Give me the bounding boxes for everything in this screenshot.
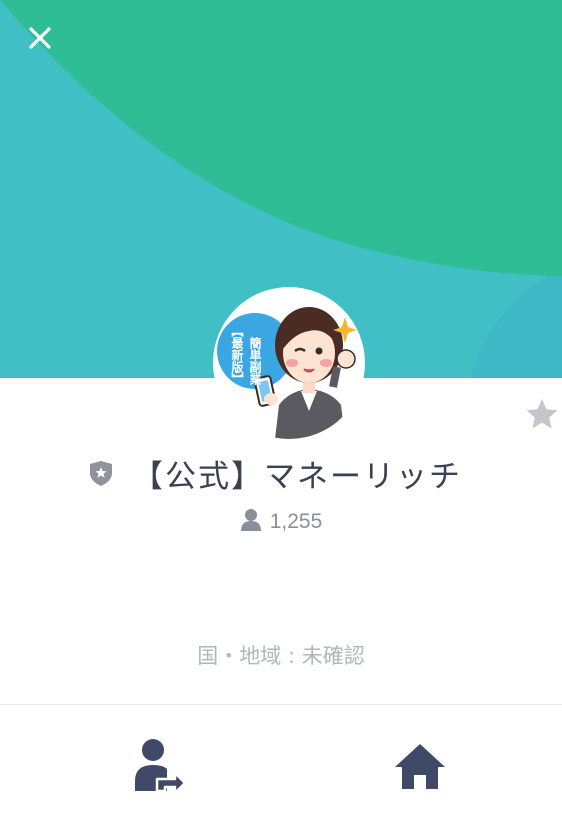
region-text: 国・地域 : 未確認	[197, 644, 365, 668]
friends-count-row: 1,255	[0, 505, 562, 539]
profile-avatar[interactable]: 簡単副業 【最新版】	[213, 287, 365, 439]
friends-count: 1,255	[269, 510, 323, 533]
person-icon	[240, 508, 262, 536]
star-icon	[522, 399, 562, 439]
favorite-button[interactable]	[522, 395, 562, 435]
share-profile-button[interactable]	[129, 737, 189, 797]
home-button[interactable]	[390, 737, 450, 797]
share-profile-icon	[129, 739, 189, 801]
home-icon	[390, 744, 450, 801]
profile-name: 【公式】マネーリッチ	[132, 458, 462, 495]
close-button[interactable]	[20, 20, 60, 60]
svg-text:【最新版】: 【最新版】	[230, 325, 244, 385]
close-icon	[28, 26, 52, 54]
official-badge-icon	[88, 459, 114, 487]
svg-text:簡単副業: 簡単副業	[248, 336, 262, 386]
bottom-action-bar	[0, 705, 562, 822]
profile-name-row: 【公式】マネーリッチ	[0, 448, 562, 498]
